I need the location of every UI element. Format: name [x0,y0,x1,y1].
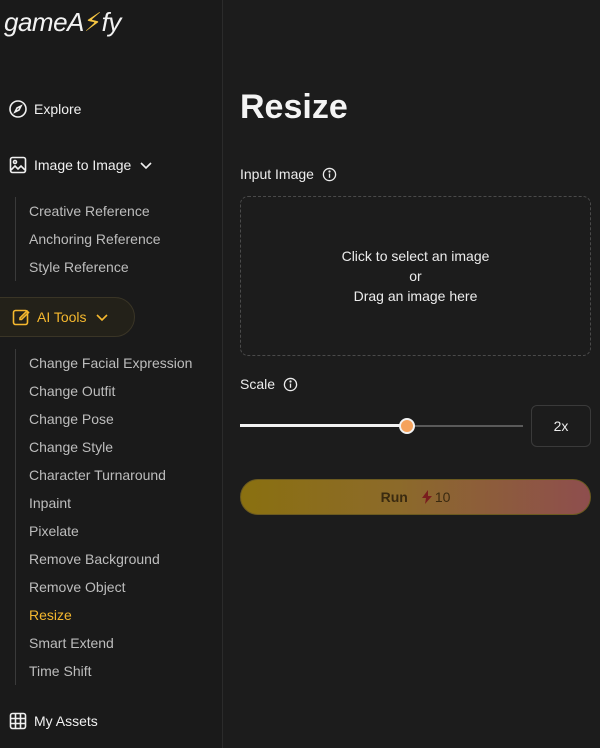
input-image-label: Input Image [240,166,337,182]
sidebar-item-remove-object[interactable]: Remove Object [16,573,192,601]
run-button-label: Run [380,489,408,505]
brand-bolt: ⚡ [83,6,102,37]
ai-tools-subgroup: Change Facial Expression Change Outfit C… [15,349,192,685]
nav-explore-label: Explore [34,101,82,117]
edit-icon [12,309,30,326]
chevron-down-icon [140,162,152,170]
grid-icon [9,712,27,730]
sidebar-item-anchoring-reference[interactable]: Anchoring Reference [16,225,161,253]
nav-explore[interactable]: Explore [8,97,81,121]
brand-name-left: gameA [4,6,84,37]
lightning-icon [421,490,432,504]
run-button[interactable]: Run 10 [240,479,591,515]
brand-logo[interactable]: gameA ⚡ fy [4,2,121,42]
nav-image-to-image[interactable]: Image to Image [8,153,159,177]
page-title: Resize [240,88,348,126]
dropzone-line-3: Drag an image here [353,288,478,304]
sidebar-item-time-shift[interactable]: Time Shift [16,657,192,685]
run-cost-value: 10 [434,489,451,505]
sidebar-item-creative-reference[interactable]: Creative Reference [16,197,161,225]
sidebar-item-change-outfit[interactable]: Change Outfit [16,377,192,405]
image-icon [9,156,27,174]
sidebar-item-resize[interactable]: Resize [16,601,192,629]
sidebar-item-remove-background[interactable]: Remove Background [16,545,192,573]
app-root: gameA ⚡ fy Explore Image to Image Creative… [0,0,600,748]
sidebar-item-character-turnaround[interactable]: Character Turnaround [16,461,192,489]
dropzone-line-2: or [409,268,422,284]
image-to-image-subgroup: Creative Reference Anchoring Reference S… [15,197,161,281]
scale-label: Scale [240,376,298,392]
brand-name-right: fy [101,6,122,37]
nav-my-assets-label: My Assets [34,713,98,729]
dropzone-line-1: Click to select an image [341,248,490,264]
sidebar: gameA ⚡ fy Explore Image to Image Creative… [0,0,223,748]
nav-image-to-image-label: Image to Image [34,157,132,173]
input-image-label-text: Input Image [240,166,314,182]
nav-ai-tools-label: AI Tools [37,309,87,325]
sidebar-item-change-pose[interactable]: Change Pose [16,405,192,433]
run-cost: 10 [420,489,451,505]
sidebar-item-smart-extend[interactable]: Smart Extend [16,629,192,657]
sidebar-item-change-style[interactable]: Change Style [16,433,192,461]
sidebar-item-style-reference[interactable]: Style Reference [16,253,161,281]
slider-fill [240,424,407,427]
sidebar-item-pixelate[interactable]: Pixelate [16,517,192,545]
sidebar-item-change-facial-expression[interactable]: Change Facial Expression [16,349,192,377]
scale-slider[interactable] [240,416,523,436]
scale-value-input[interactable]: 2x [531,405,591,447]
nav-my-assets[interactable]: My Assets [8,709,98,733]
sidebar-item-inpaint[interactable]: Inpaint [16,489,192,517]
scale-label-text: Scale [240,376,276,392]
chevron-down-icon [95,314,108,322]
compass-icon [9,100,27,118]
info-icon[interactable] [322,167,337,182]
nav-ai-tools[interactable]: AI Tools [0,297,135,337]
slider-thumb[interactable] [398,418,415,434]
info-icon[interactable] [283,377,298,392]
main-panel: Resize Input Image Click to select an im… [240,0,592,748]
image-dropzone[interactable]: Click to select an image or Drag an imag… [240,196,591,356]
